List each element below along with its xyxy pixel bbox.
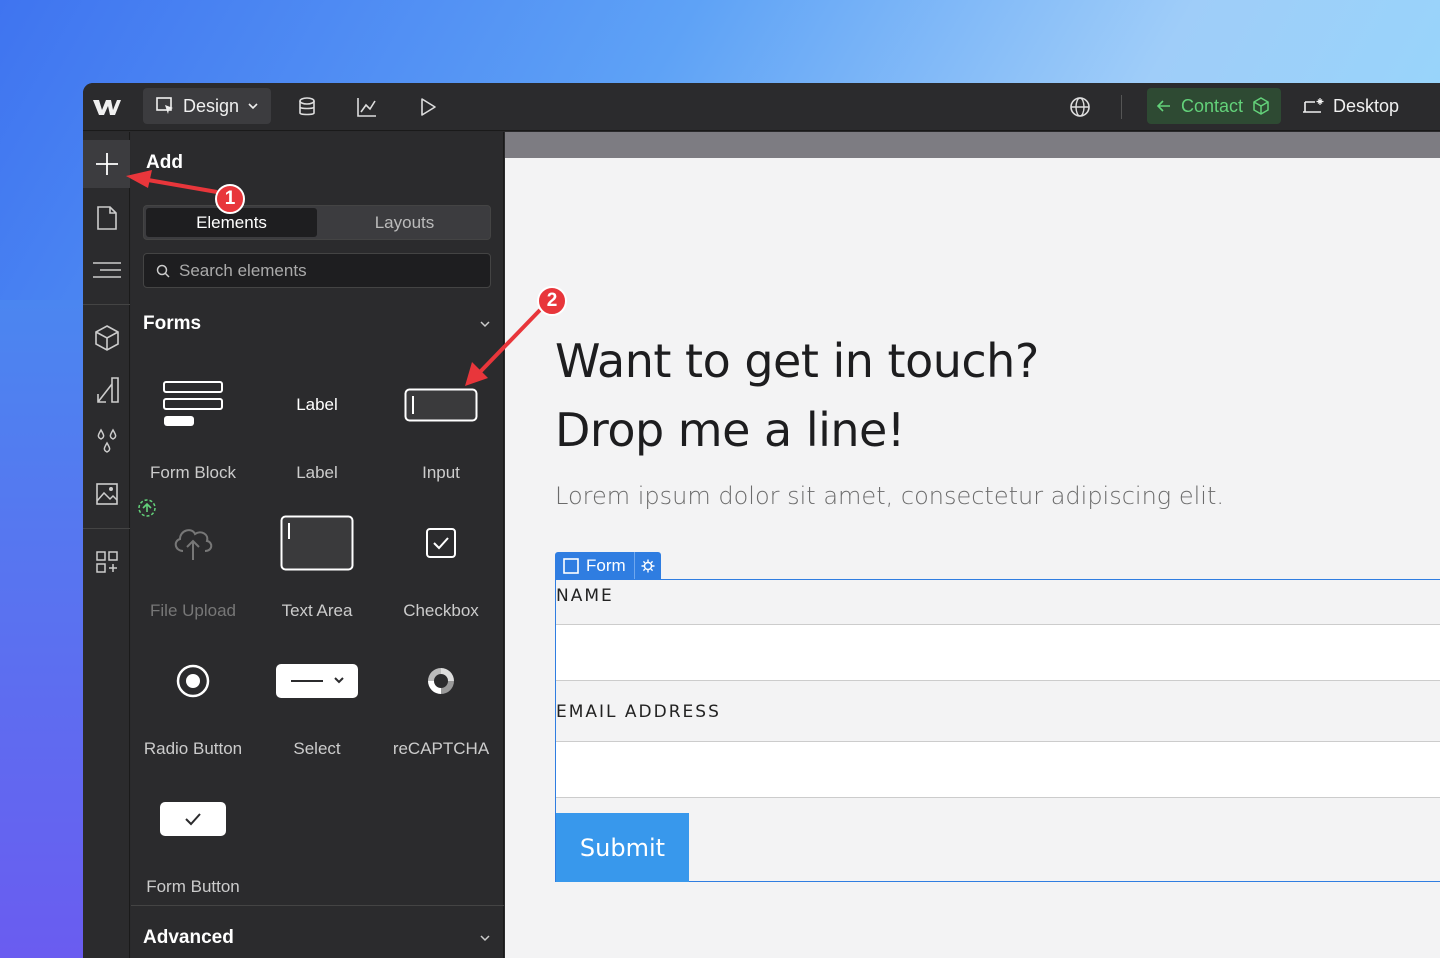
annotation-arrows <box>126 170 542 386</box>
annotation-marker-1: 1 <box>215 184 245 214</box>
annotation-marker-2: 2 <box>537 286 567 316</box>
